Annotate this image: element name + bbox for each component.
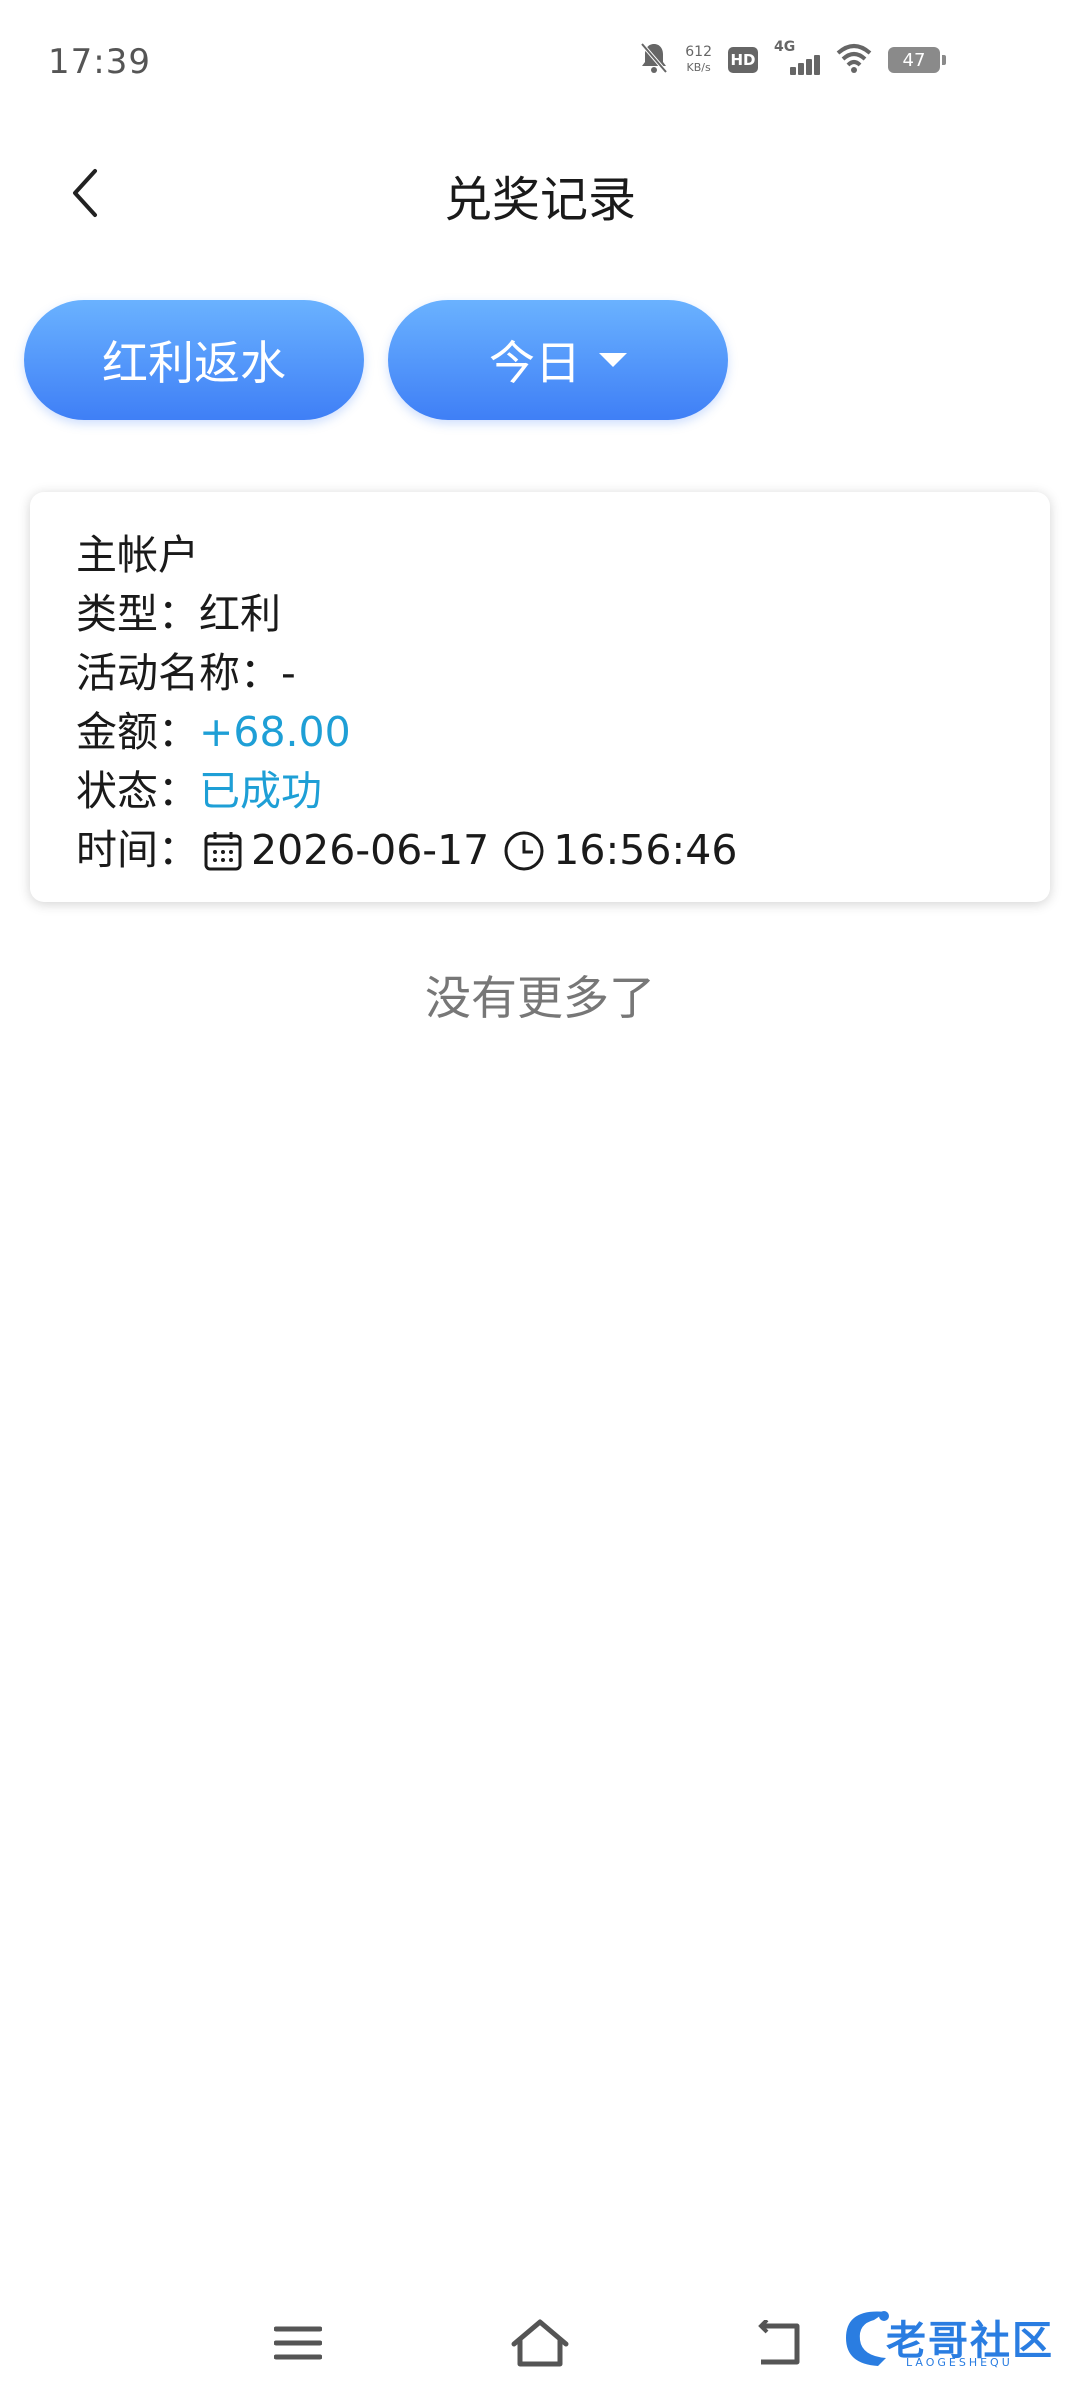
hd-icon: HD [728,47,758,73]
bell-muted-icon [639,41,669,79]
date-filter-dropdown[interactable]: 今日 [388,300,728,420]
activity-row: 活动名称： - [76,644,737,703]
back-icon [753,2318,803,2370]
record-details: 主帐户 类型： 红利 活动名称： - 金额： +68.00 状态： 已成功 时间… [76,526,737,880]
home-icon [510,2318,570,2372]
caret-down-icon [599,353,627,367]
time-row: 时间： 2026-06-17 16:56:46 [76,821,737,880]
watermark-subtext: LAOGESHEQU [906,2356,1013,2369]
net-speed: 612 KB/s [685,45,712,75]
network-type-label: 4G [774,39,796,55]
time-label: 时间： [76,826,199,874]
watermark-logo: 老哥社区 LAOGESHEQU [826,2298,1066,2378]
amount-label: 金额： [76,708,199,756]
activity-label: 活动名称： [76,649,281,697]
record-card[interactable]: 主帐户 类型： 红利 活动名称： - 金额： +68.00 状态： 已成功 时间… [30,492,1050,902]
date-value: 2026-06-17 [251,826,490,874]
activity-value: - [281,649,296,697]
date-filter-label: 今日 [489,336,581,390]
clock-icon [503,830,545,872]
type-label: 类型： [76,590,199,638]
status-label: 状态： [76,767,199,815]
status-icons: 612 KB/s HD 4G 47 [639,39,946,80]
net-speed-unit: KB/s [686,61,711,74]
wifi-icon [836,43,872,77]
type-row: 类型： 红利 [76,585,737,644]
menu-button[interactable] [258,2310,338,2380]
cell-signal-icon: 4G [774,39,820,77]
calendar-icon [203,830,243,872]
status-value: 已成功 [199,767,322,815]
status-bar: 17:39 612 KB/s HD 4G 47 [0,0,1080,120]
amount-row: 金额： +68.00 [76,703,737,762]
time-value: 16:56:46 [553,826,738,874]
header: 兑奖记录 [0,130,1080,260]
category-filter-button[interactable]: 红利返水 [24,300,364,420]
status-row: 状态： 已成功 [76,762,737,821]
type-value: 红利 [199,590,281,638]
back-nav-button[interactable] [738,2310,818,2380]
net-speed-value: 612 [685,44,712,60]
category-filter-label: 红利返水 [102,336,286,390]
home-button[interactable] [500,2310,580,2380]
battery-icon: 47 [888,47,946,73]
no-more-text: 没有更多了 [425,971,655,1025]
account-name: 主帐户 [76,531,199,579]
menu-icon [273,2323,323,2367]
filter-bar: 红利返水 今日 [24,300,728,420]
page-title: 兑奖记录 [443,172,636,228]
amount-value: +68.00 [199,708,351,756]
status-time: 17:39 [48,42,151,82]
account-row: 主帐户 [76,526,737,585]
